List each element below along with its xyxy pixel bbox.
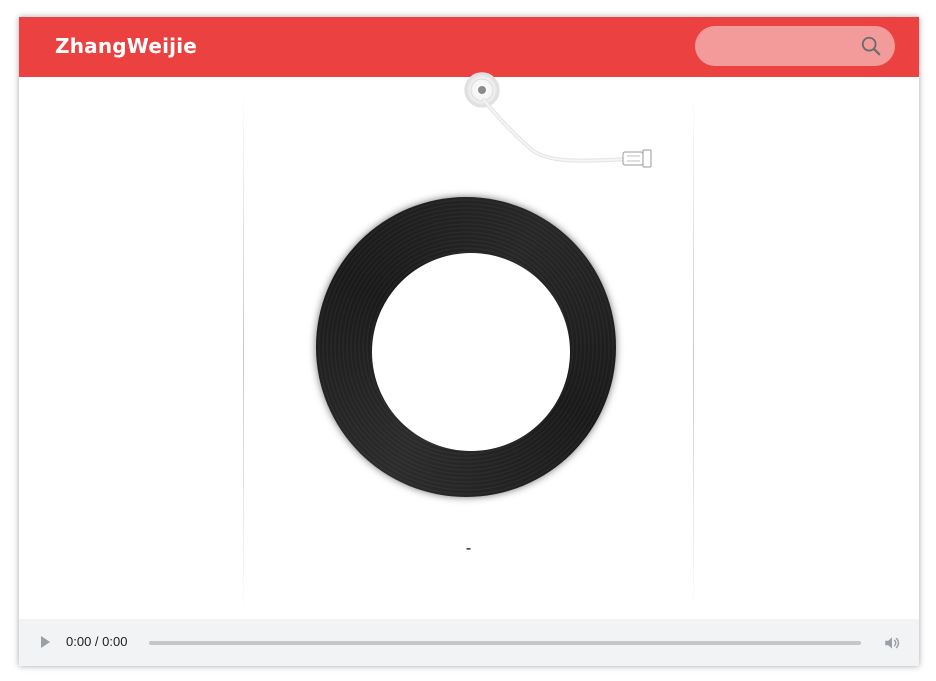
time-display: 0:00 / 0:00: [66, 634, 128, 649]
audio-player[interactable]: 0:00 / 0:00: [19, 619, 919, 666]
album-cover: [372, 253, 570, 451]
seek-bar[interactable]: [149, 641, 861, 645]
app-window: ZhangWeijie - 0:00 / 0:00: [19, 17, 919, 666]
search-icon[interactable]: [860, 35, 882, 57]
vinyl-record-icon: [311, 192, 621, 502]
player-stage: -: [243, 72, 694, 619]
play-icon[interactable]: [37, 634, 53, 650]
volume-icon[interactable]: [883, 634, 901, 652]
tonearm-needle-icon: [464, 72, 652, 168]
search-input[interactable]: [711, 34, 855, 60]
song-title: -: [465, 540, 472, 557]
search-box[interactable]: [695, 26, 895, 66]
brand-logo[interactable]: ZhangWeijie: [55, 34, 197, 58]
